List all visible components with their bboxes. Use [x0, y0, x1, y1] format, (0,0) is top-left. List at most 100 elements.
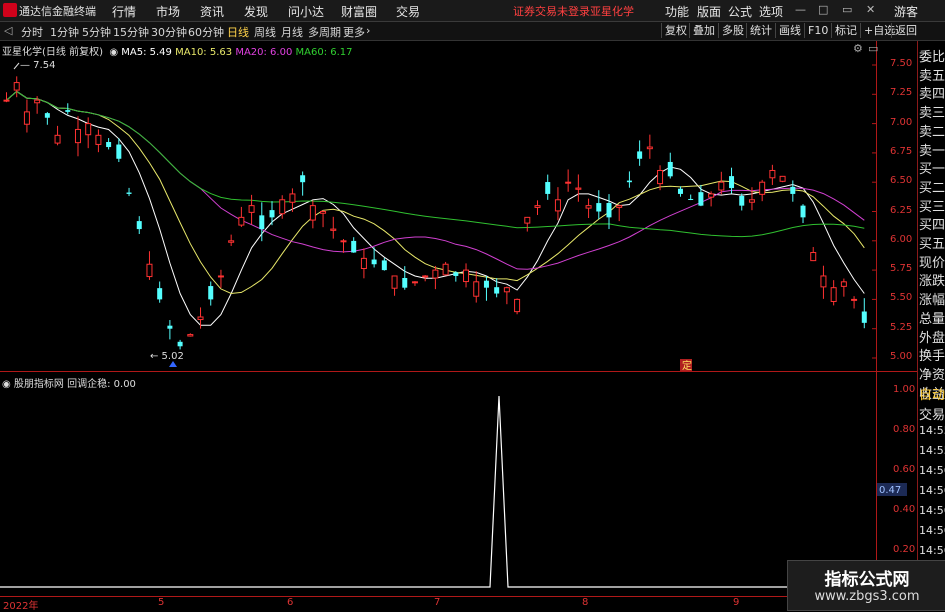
sub-settings-icon[interactable]: ◉ — [2, 379, 11, 390]
menu-youke[interactable]: 游客 — [894, 3, 918, 20]
watermark-title: 指标公式网 — [824, 570, 910, 590]
candle-body — [739, 195, 745, 206]
candle-body — [463, 269, 470, 283]
panel-toggle-icon[interactable]: ▭ — [868, 42, 878, 55]
period-1min[interactable]: 1分钟 — [50, 24, 79, 40]
candle-body — [759, 181, 766, 195]
candle-body — [309, 205, 316, 221]
settings-icon[interactable]: ◉ — [106, 47, 118, 58]
tick-time: 14:56 — [919, 464, 945, 477]
period-fenshi[interactable]: 分时 — [21, 24, 43, 40]
indicator-chart[interactable]: 0.47 — [0, 372, 917, 597]
candle-body — [85, 123, 92, 136]
menu-gongneng[interactable]: 功能 — [665, 3, 689, 20]
period-weekly[interactable]: 周线 — [254, 24, 276, 40]
app-title: 通达信金融终端 — [19, 5, 96, 18]
btn-tongji[interactable]: 统计 — [746, 23, 775, 38]
period-15min[interactable]: 15分钟 — [113, 24, 149, 40]
candle-body — [626, 180, 632, 183]
auto-trade-button[interactable]: 自动 — [919, 384, 945, 403]
period-60min[interactable]: 60分钟 — [188, 24, 224, 40]
main-legend: 亚星化学(日线 前复权) ◉ MA5: 5.49 MA10: 5.63 MA20… — [2, 43, 353, 58]
period-monthly[interactable]: 月线 — [281, 24, 303, 40]
menu-wenxiaoda[interactable]: 问小达 — [288, 3, 324, 20]
candle-body — [402, 277, 408, 288]
candle-body — [44, 113, 50, 118]
tick-time: 14:56 — [919, 504, 945, 517]
menu-shichang[interactable]: 市场 — [156, 3, 180, 20]
btn-fanhui[interactable]: 返回 — [891, 23, 920, 38]
tick-time: 交易 — [919, 408, 945, 423]
quote-row-label: 卖三 — [919, 106, 945, 122]
candle-body — [616, 205, 623, 208]
candle-body — [442, 263, 449, 276]
sub-y-label: 0.80 — [893, 424, 916, 435]
menu-bar: 通达信金融终端 行情 市场 资讯 发现 问小达 财富圈 交易 证券交易未登录 亚… — [0, 0, 945, 22]
candle-body — [279, 199, 286, 215]
menu-hangqing[interactable]: 行情 — [112, 3, 136, 20]
quote-row-label: 净资 — [919, 367, 945, 383]
main-y-label: 6.25 — [890, 204, 913, 216]
restore-icon[interactable]: ▭ — [842, 3, 852, 16]
menu-faxian[interactable]: 发现 — [244, 3, 268, 20]
candle-body — [769, 169, 776, 179]
stock-name: 亚星化学 — [590, 5, 634, 18]
period-multi[interactable]: 多周期 — [308, 24, 341, 40]
candle-body — [708, 193, 715, 198]
trade-status[interactable]: 证券交易未登录 — [513, 3, 590, 19]
more-chevron-icon[interactable]: › — [366, 24, 370, 37]
indicator-line — [0, 395, 876, 588]
period-30min[interactable]: 30分钟 — [151, 24, 187, 40]
candle-body — [585, 205, 592, 209]
candle-body — [483, 280, 489, 288]
chart-settings-icon[interactable]: ⚙ — [853, 42, 863, 55]
main-y-label: 6.00 — [890, 233, 913, 245]
ma10-label: MA10: 5.63 — [175, 47, 233, 58]
menu-xuanxiang[interactable]: 选项 — [759, 3, 783, 20]
btn-huaxian[interactable]: 画线 — [775, 23, 804, 38]
close-icon[interactable]: ✕ — [866, 3, 875, 16]
candle-body — [208, 286, 214, 300]
btn-fuquan[interactable]: 复权 — [661, 23, 690, 38]
main-y-label: 6.75 — [890, 145, 913, 157]
candle-body — [748, 199, 755, 203]
quote-row-label: 换手 — [919, 349, 945, 365]
period-5min[interactable]: 5分钟 — [82, 24, 111, 40]
btn-diejia[interactable]: 叠加 — [689, 23, 718, 38]
menu-caifuquan[interactable]: 财富圈 — [341, 3, 377, 20]
menu-gongshi[interactable]: 公式 — [728, 3, 752, 20]
candle-body — [167, 325, 173, 329]
btn-biaoji[interactable]: 标记 — [831, 23, 860, 38]
candle-body — [503, 287, 510, 293]
candle-body — [606, 203, 612, 218]
btn-f10[interactable]: F10 — [804, 23, 831, 38]
btn-duogu[interactable]: 多股 — [718, 23, 747, 38]
kline-chart[interactable]: — 7.54 ← 5.02 定 — [0, 41, 917, 372]
period-daily[interactable]: 日线 — [227, 24, 249, 40]
candle-body — [23, 111, 30, 125]
quote-row-label: 卖四 — [919, 87, 945, 103]
candle-body — [411, 281, 418, 284]
x-label-2022: 2022年 — [3, 601, 39, 612]
menu-banmian[interactable]: 版面 — [697, 3, 721, 20]
back-arrow-icon[interactable]: ◁ — [4, 24, 12, 37]
stock-label: 亚星化学(日线 前复权) — [2, 47, 103, 58]
period-more[interactable]: 更多 — [343, 24, 365, 40]
candle-body — [453, 272, 459, 276]
ding-marker: 定 — [682, 359, 692, 372]
quote-row-label: 买五 — [919, 237, 945, 252]
candle-body — [494, 287, 500, 294]
minimize-icon[interactable]: — — [795, 3, 806, 16]
menu-zixun[interactable]: 资讯 — [200, 3, 224, 20]
menu-jiaoyi[interactable]: 交易 — [396, 3, 420, 20]
candle-body — [360, 257, 367, 270]
candle-body — [637, 151, 643, 159]
maximize-icon[interactable]: □ — [818, 3, 828, 16]
main-y-label: 7.00 — [890, 116, 913, 128]
candle-body — [718, 181, 725, 191]
quote-row-label: 买三 — [919, 199, 945, 215]
main-y-label: 7.50 — [890, 58, 913, 69]
x-label-6: 6 — [287, 597, 294, 608]
sub-legend: ◉ 股朋指标网 回调企稳: 0.00 — [2, 375, 136, 390]
quote-row-label: 卖一 — [919, 143, 945, 159]
